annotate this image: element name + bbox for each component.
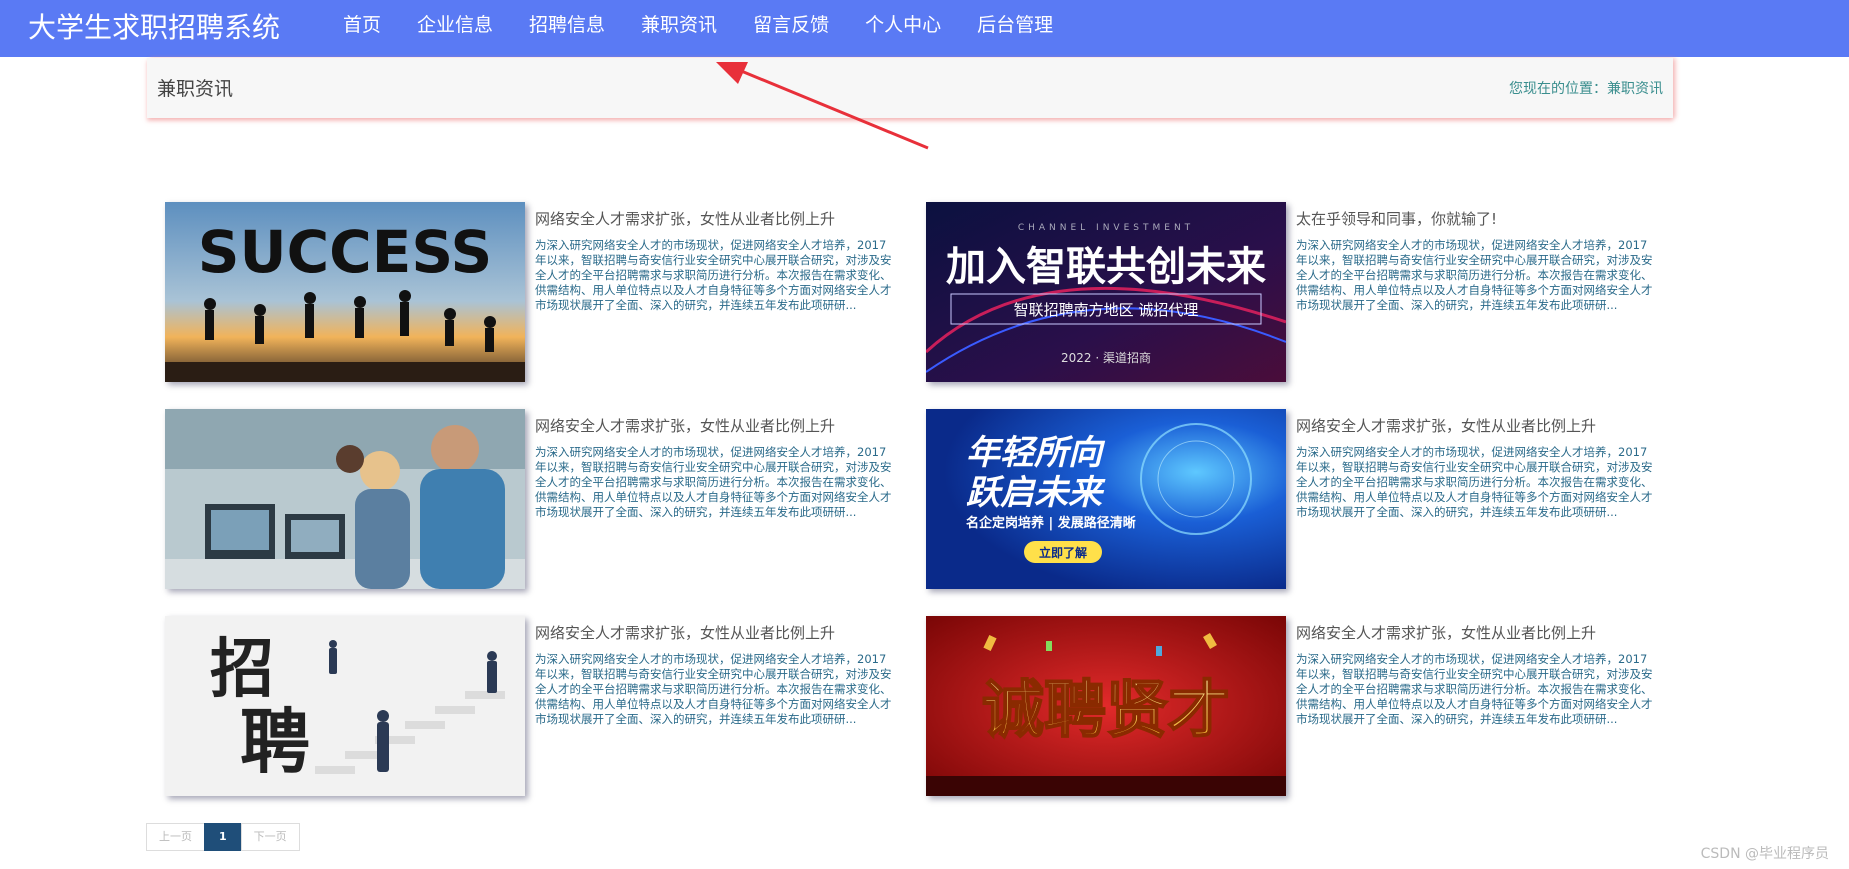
- article-title[interactable]: 网络安全人才需求扩张，女性从业者比例上升: [1296, 622, 1656, 643]
- thumb-subline: 智联招聘南方地区 诚招代理: [1014, 301, 1199, 319]
- prev-page-button[interactable]: 上一页: [146, 823, 205, 851]
- breadcrumb-bar: 兼职资讯 您现在的位置：兼职资讯: [147, 58, 1673, 118]
- nav-item-parttime-news[interactable]: 兼职资讯: [624, 0, 735, 61]
- list-item[interactable]: 年轻所向 跃启未来 名企定岗培养 | 发展路径清晰 立即了解 网络安全人才需求扩…: [926, 409, 1653, 589]
- article-title[interactable]: 太在乎领导和同事，你就输了!: [1296, 208, 1656, 229]
- nav-item-jobs[interactable]: 招聘信息: [512, 0, 622, 57]
- article-thumbnail[interactable]: SUCCESS: [165, 202, 525, 382]
- article-title[interactable]: 网络安全人才需求扩张，女性从业者比例上升: [535, 622, 895, 643]
- page-1-button[interactable]: 1: [204, 823, 242, 851]
- nav-item-home[interactable]: 首页: [326, 0, 398, 57]
- article-summary: 为深入研究网络安全人才的市场现状，促进网络安全人才培养，2017年以来，智联招聘…: [535, 445, 892, 519]
- article-title[interactable]: 网络安全人才需求扩张，女性从业者比例上升: [535, 415, 895, 436]
- article-thumbnail[interactable]: [165, 409, 525, 589]
- article-title[interactable]: 网络安全人才需求扩张，女性从业者比例上升: [535, 208, 895, 229]
- thumb-success-text: SUCCESS: [198, 218, 493, 286]
- nav-item-company[interactable]: 企业信息: [400, 0, 510, 57]
- top-navbar: 大学生求职招聘系统 首页 企业信息 招聘信息 兼职资讯 留言反馈 个人中心 后台…: [0, 0, 1849, 61]
- main-menu: 首页 企业信息 招聘信息 兼职资讯 留言反馈 个人中心 后台管理: [326, 0, 1072, 61]
- thumb-line1: 年轻所向: [966, 433, 1106, 473]
- nav-item-feedback[interactable]: 留言反馈: [736, 0, 846, 57]
- article-summary: 为深入研究网络安全人才的市场现状，促进网络安全人才培养，2017年以来，智联招聘…: [1296, 445, 1653, 519]
- thumb-cta: 立即了解: [1039, 545, 1087, 560]
- thumb-line2: 跃启未来: [966, 473, 1106, 513]
- thumb-year: 2022 · 渠道招商: [1061, 350, 1151, 365]
- article-thumbnail[interactable]: 诚聘贤才: [926, 616, 1286, 796]
- thumb-subline: 名企定岗培养 | 发展路径清晰: [966, 515, 1136, 531]
- article-title[interactable]: 网络安全人才需求扩张，女性从业者比例上升: [1296, 415, 1656, 436]
- thumb-char2: 聘: [240, 700, 310, 783]
- article-summary: 为深入研究网络安全人才的市场现状，促进网络安全人才培养，2017年以来，智联招聘…: [1296, 238, 1653, 312]
- next-page-button[interactable]: 下一页: [240, 823, 300, 851]
- list-item[interactable]: 诚聘贤才 网络安全人才需求扩张，女性从业者比例上升 为深入研究网络安全人才的市场…: [926, 616, 1653, 796]
- article-summary: 为深入研究网络安全人才的市场现状，促进网络安全人才培养，2017年以来，智联招聘…: [535, 238, 892, 312]
- thumb-headline: 加入智联共创未来: [946, 243, 1266, 290]
- nav-item-admin[interactable]: 后台管理: [960, 0, 1070, 57]
- thumb-headline: 诚聘贤才: [982, 673, 1230, 746]
- article-thumbnail[interactable]: CHANNEL INVESTMENT 加入智联共创未来 智联招聘南方地区 诚招代…: [926, 202, 1286, 382]
- article-summary: 为深入研究网络安全人才的市场现状，促进网络安全人才培养，2017年以来，智联招聘…: [1296, 652, 1653, 726]
- list-item[interactable]: 网络安全人才需求扩张，女性从业者比例上升 为深入研究网络安全人才的市场现状，促进…: [165, 409, 892, 589]
- article-thumbnail[interactable]: 年轻所向 跃启未来 名企定岗培养 | 发展路径清晰 立即了解: [926, 409, 1286, 589]
- pagination: 上一页 1 下一页: [146, 823, 300, 851]
- site-brand[interactable]: 大学生求职招聘系统: [28, 8, 280, 48]
- thumb-channel-text: CHANNEL INVESTMENT: [1018, 223, 1194, 233]
- watermark: CSDN @毕业程序员: [1700, 846, 1829, 862]
- nav-item-profile[interactable]: 个人中心: [848, 0, 958, 57]
- thumb-char1: 招: [210, 632, 274, 707]
- breadcrumb[interactable]: 您现在的位置：兼职资讯: [1509, 78, 1663, 98]
- list-item[interactable]: SUCCESS 网络安全人才需求扩张，女性从业者比例上升 为深入研究网络安全人才…: [165, 202, 892, 382]
- article-thumbnail[interactable]: 招 聘: [165, 616, 525, 796]
- list-item[interactable]: 招 聘 网络安全人才需求扩张，女性从业者比例上升 为深入研究网络安全人才的市场现…: [165, 616, 892, 796]
- list-item[interactable]: CHANNEL INVESTMENT 加入智联共创未来 智联招聘南方地区 诚招代…: [926, 202, 1653, 382]
- page-title: 兼职资讯: [157, 78, 234, 100]
- article-summary: 为深入研究网络安全人才的市场现状，促进网络安全人才培养，2017年以来，智联招聘…: [535, 652, 892, 726]
